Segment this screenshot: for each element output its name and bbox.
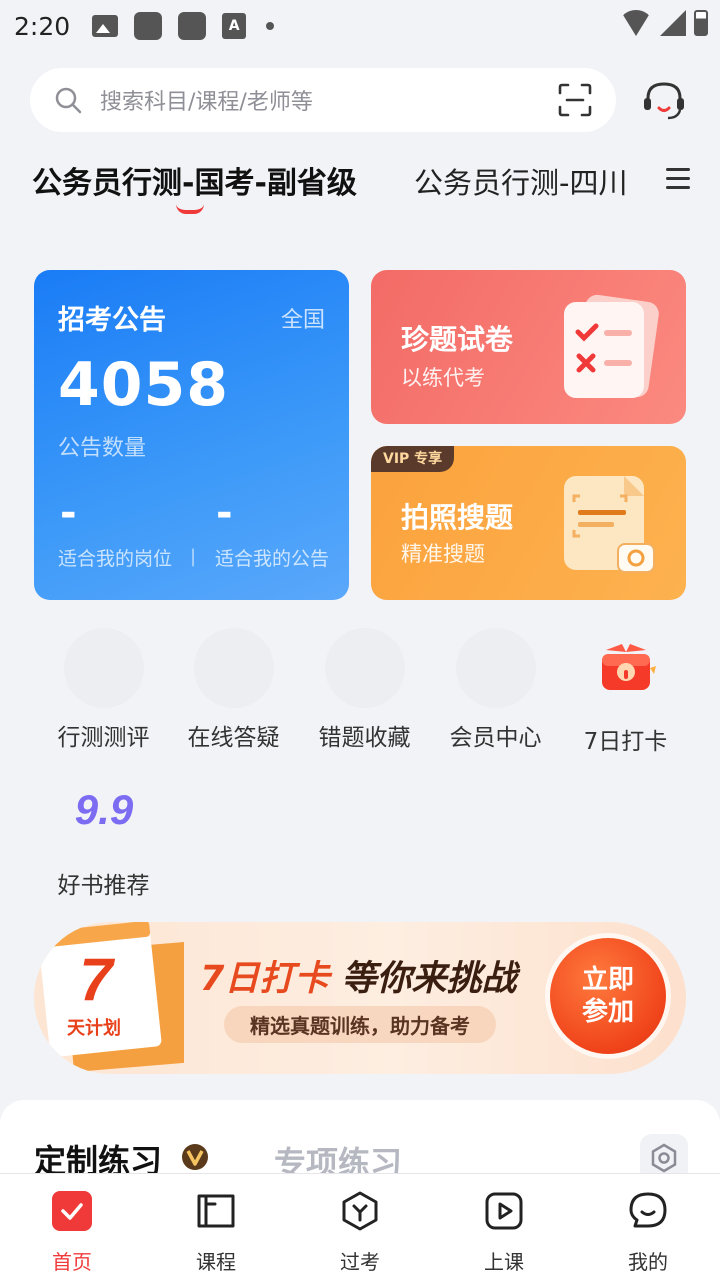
- matching-positions-value: -: [60, 490, 77, 536]
- bottom-navigation: 首页 课程 过考 上课 我的: [0, 1173, 720, 1280]
- nav-course[interactable]: 课程: [144, 1174, 288, 1280]
- profile-icon: [629, 1192, 667, 1228]
- status-bar: 2:20 A: [0, 0, 720, 52]
- online-qa-icon: [193, 628, 274, 708]
- join-now-button[interactable]: 立即 参加: [550, 938, 666, 1054]
- exam-icon: [342, 1191, 378, 1231]
- customer-service-icon[interactable]: [640, 78, 688, 124]
- wrong-questions-icon: [324, 628, 405, 708]
- shortcut-7day-checkin[interactable]: 7日打卡: [560, 628, 691, 756]
- menu-icon[interactable]: [666, 168, 690, 190]
- announcement-count: 4058: [58, 350, 229, 420]
- scan-icon[interactable]: [558, 83, 592, 117]
- shortcut-book-recommend[interactable]: 9.9 好书推荐: [38, 772, 169, 900]
- exam-paper-icon: [564, 294, 659, 398]
- banner-headline-main: 等你来挑战: [341, 959, 517, 999]
- active-tab-indicator: [176, 204, 204, 214]
- join-button-line1: 立即: [581, 965, 634, 995]
- checkin-challenge-banner[interactable]: 7 天计划 7日打卡 等你来挑战 精选真题训练，助力备考 立即 参加: [34, 922, 686, 1074]
- book-9-9-icon: 9.9: [74, 786, 133, 833]
- nav-label: 我的: [628, 1250, 668, 1274]
- matching-announcements-label[interactable]: 适合我的公告: [215, 544, 329, 571]
- matching-announcements-value: -: [216, 490, 233, 536]
- gift-box-icon: [601, 644, 656, 690]
- recruit-scope[interactable]: 全国: [281, 302, 325, 334]
- shortcut-wrong-questions[interactable]: 错题收藏: [299, 628, 430, 752]
- banner-headline-accent: 7日打卡: [200, 959, 330, 999]
- papers-card[interactable]: 珍题试卷 以练代考: [371, 270, 686, 424]
- shortcut-label: 行测测评: [57, 725, 150, 751]
- nav-profile[interactable]: 我的: [576, 1174, 720, 1280]
- nav-label: 首页: [52, 1250, 92, 1274]
- photo-search-title: 拍照搜题: [401, 501, 514, 534]
- shortcut-label: 会员中心: [449, 725, 542, 751]
- nav-label: 上课: [484, 1250, 524, 1274]
- wifi-icon: [620, 10, 652, 36]
- calendar-illustration: 7 天计划: [38, 922, 184, 1072]
- search-icon: [55, 87, 82, 114]
- status-time: 2:20: [14, 11, 71, 41]
- app-notification-icon-2: [178, 12, 207, 40]
- shortcut-member-center[interactable]: 会员中心: [430, 628, 561, 752]
- shortcut-label: 好书推荐: [57, 873, 150, 899]
- vip-exclusive-badge: VIP 专享: [371, 446, 455, 472]
- nav-home[interactable]: 首页: [0, 1174, 144, 1280]
- shortcut-xingce-assessment[interactable]: 行测测评: [38, 628, 169, 752]
- shortcut-label: 在线答疑: [187, 725, 280, 751]
- class-icon: [485, 1192, 523, 1230]
- shortcut-online-qa[interactable]: 在线答疑: [168, 628, 299, 752]
- nav-label: 过考: [340, 1250, 380, 1274]
- signal-icon: [660, 10, 686, 36]
- join-button-line2: 参加: [581, 997, 634, 1027]
- photo-document-icon: [564, 476, 655, 573]
- announcement-count-label: 公告数量: [58, 436, 147, 461]
- tab-guokao-fushengji[interactable]: 公务员行测-国考-副省级: [32, 158, 357, 202]
- search-bar[interactable]: 搜索科目/课程/老师等: [30, 68, 616, 132]
- app-notification-icon: [134, 12, 163, 40]
- recruit-card-title: 招考公告: [58, 305, 166, 336]
- member-center-icon: [455, 628, 536, 708]
- nav-exam[interactable]: 过考: [288, 1174, 432, 1280]
- vip-crown-icon: [182, 1144, 208, 1170]
- more-notifications-dot: [266, 22, 275, 30]
- svg-text:7: 7: [79, 946, 115, 1013]
- svg-text:9.9: 9.9: [74, 786, 133, 833]
- course-icon: [197, 1194, 235, 1228]
- status-right: [620, 10, 708, 36]
- photo-search-subtitle: 精准搜题: [401, 542, 485, 566]
- banner-headline: 7日打卡 等你来挑战: [200, 950, 517, 1001]
- search-placeholder: 搜索科目/课程/老师等: [100, 90, 313, 115]
- svg-text:天计划: 天计划: [67, 1017, 121, 1039]
- tab-sichuan[interactable]: 公务员行测-四川: [414, 160, 627, 202]
- shortcut-label: 错题收藏: [318, 725, 411, 751]
- home-icon: [52, 1191, 92, 1231]
- xingce-assessment-icon: [63, 628, 144, 708]
- papers-card-subtitle: 以练代考: [401, 366, 485, 390]
- nav-label: 课程: [196, 1250, 236, 1274]
- banner-subtitle: 精选真题训练，助力备考: [224, 1006, 496, 1043]
- font-notification-icon: A: [222, 13, 247, 39]
- nav-class[interactable]: 上课: [432, 1174, 576, 1280]
- matching-positions-label[interactable]: 适合我的岗位: [58, 544, 172, 571]
- recruit-announcement-card[interactable]: 招考公告 全国 4058 公告数量 - - 适合我的岗位 | 适合我的公告: [34, 270, 349, 600]
- gallery-notification-icon: [92, 15, 119, 37]
- battery-icon: [694, 10, 708, 36]
- shortcut-label: 7日打卡: [583, 729, 668, 755]
- papers-card-title: 珍题试卷: [401, 323, 514, 356]
- subject-tabs: 公务员行测-国考-副省级 公务员行测-四川: [0, 156, 720, 216]
- photo-search-card[interactable]: VIP 专享 拍照搜题 精准搜题: [371, 446, 686, 600]
- stat-separator: |: [190, 546, 197, 567]
